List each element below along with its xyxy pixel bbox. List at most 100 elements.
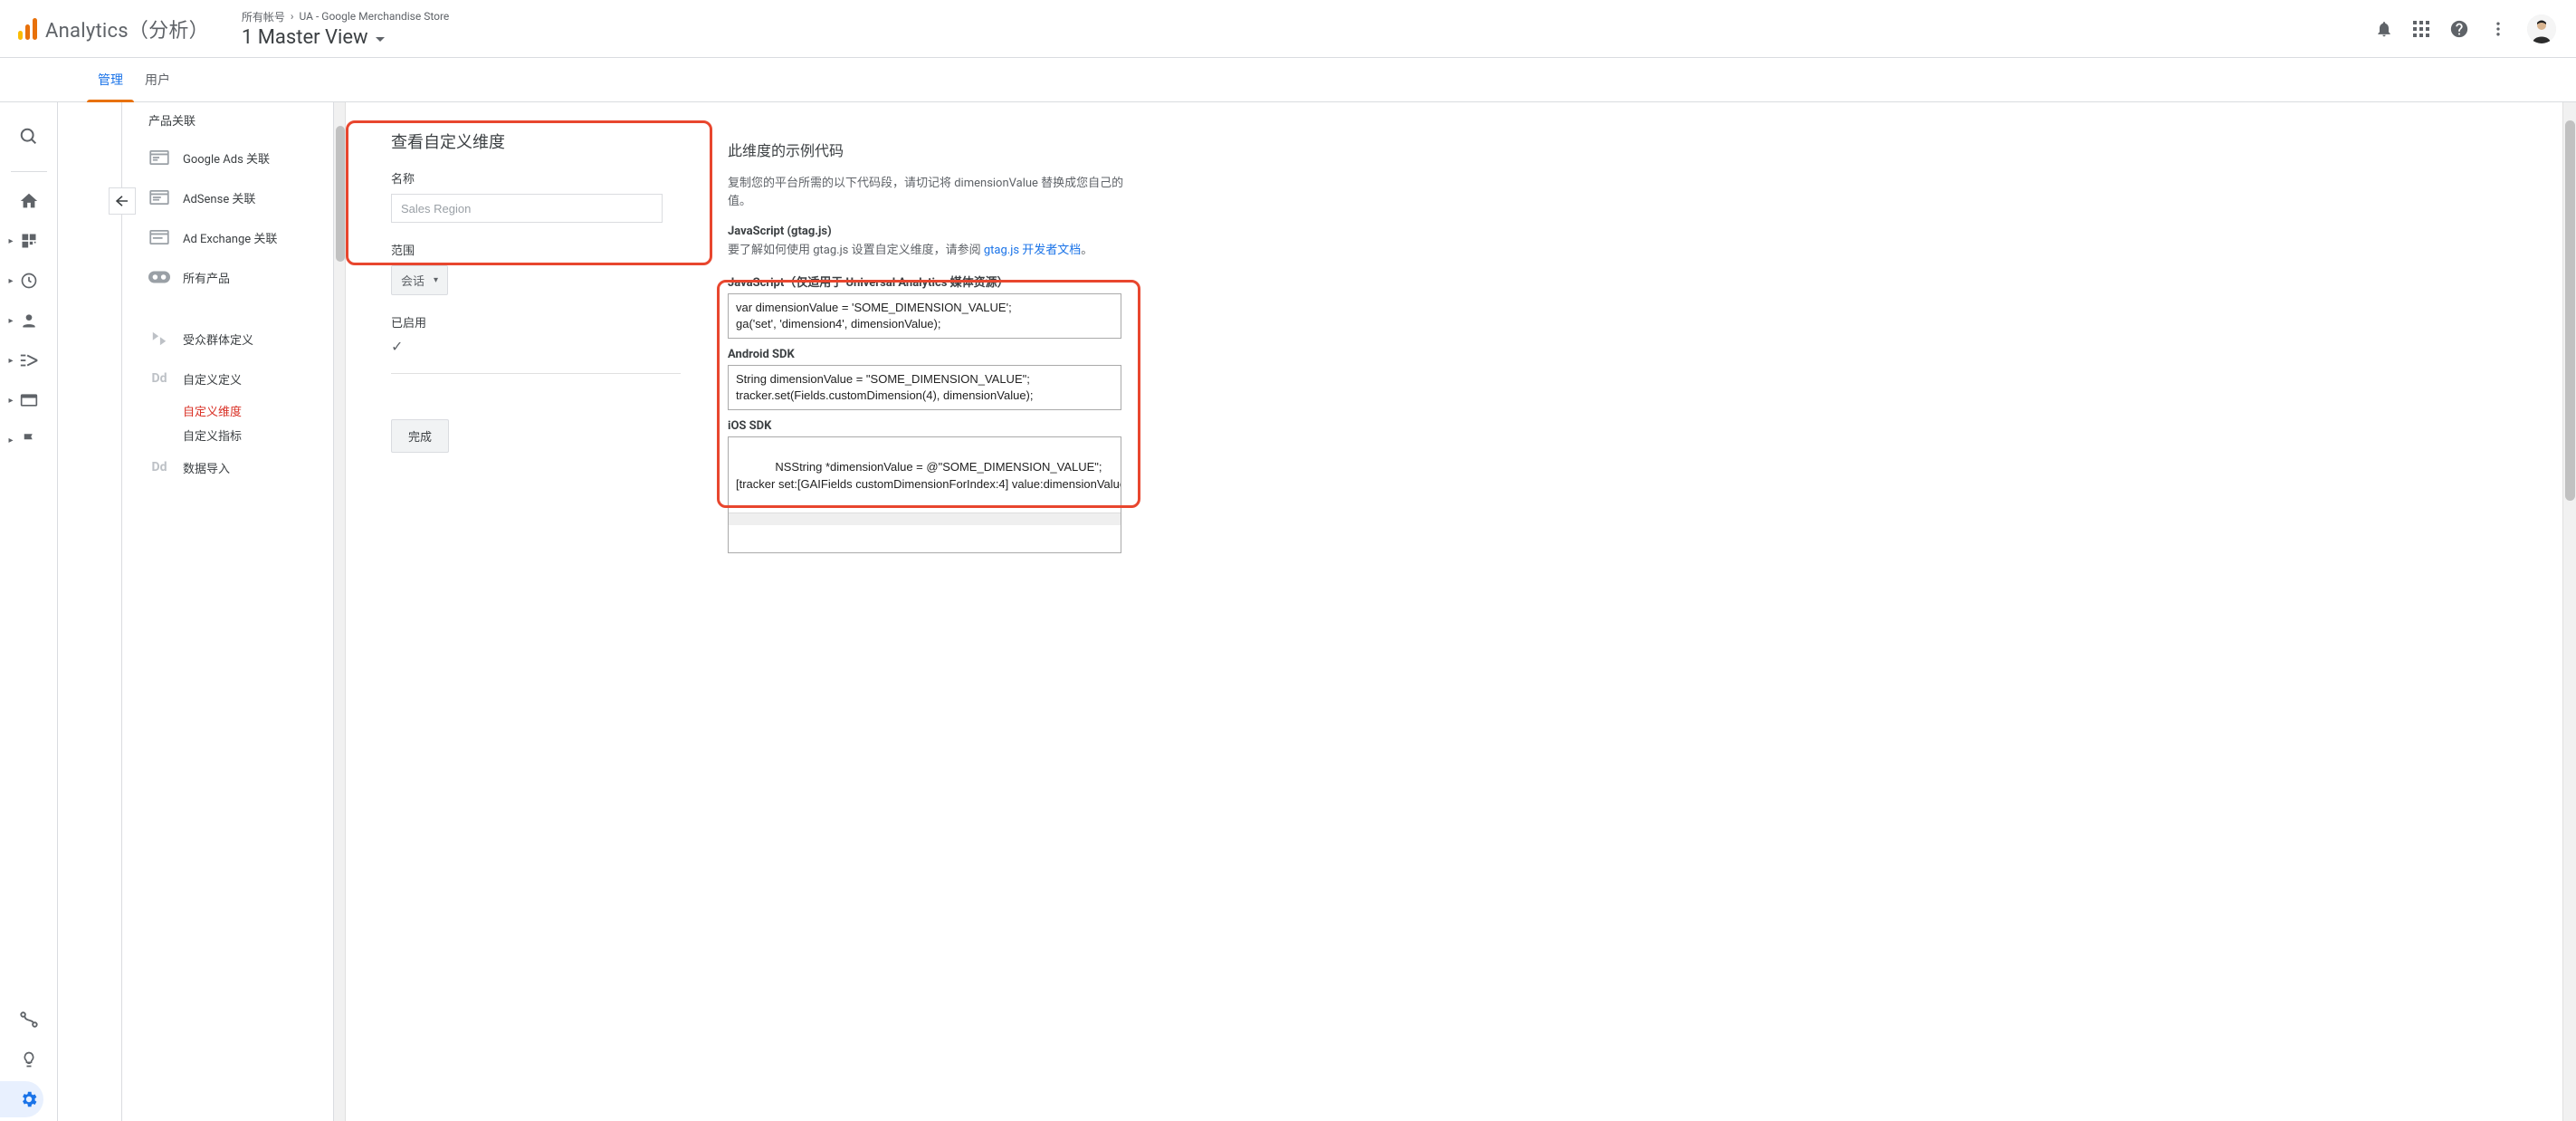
sidebar-item-data-import[interactable]: Dd 数据导入	[148, 447, 333, 487]
nav-attribution[interactable]	[0, 1001, 43, 1038]
apps-grid-icon[interactable]	[2413, 21, 2429, 37]
nav-acquisition[interactable]: ▸	[0, 342, 43, 378]
view-title-text: 1 Master View	[242, 26, 368, 49]
linking-icon	[148, 228, 170, 246]
breadcrumb-all-accounts: 所有帐号	[242, 9, 285, 24]
js-ua-heading: JavaScript（仅适用于 Universal Analytics 媒体资源…	[728, 273, 2558, 290]
nav-discover[interactable]	[0, 1041, 43, 1078]
gtag-heading: JavaScript (gtag.js)	[728, 225, 2558, 238]
arrow-left-icon	[114, 195, 130, 207]
content-area: 查看自定义维度 名称 范围 会话 ▾ 已启用 ✓	[346, 102, 2576, 1121]
linking-icon	[148, 149, 170, 167]
tab-admin[interactable]: 管理	[87, 58, 134, 101]
gtag-docs-link[interactable]: gtag.js 开发者文档	[984, 244, 1081, 257]
page-scrollbar-track[interactable]	[2562, 102, 2576, 1121]
header-actions	[2375, 14, 2562, 43]
enabled-field-label: 已启用	[391, 313, 681, 331]
help-icon[interactable]	[2449, 19, 2469, 39]
back-button[interactable]	[109, 187, 136, 215]
acquisition-icon	[19, 351, 39, 369]
chevron-right-icon: ▸	[9, 436, 14, 446]
examples-description: 复制您的平台所需的以下代码段，请切记将 dimensionValue 替换成您自…	[728, 175, 1126, 210]
chevron-right-icon: ›	[291, 10, 294, 23]
avatar[interactable]	[2527, 14, 2556, 43]
page-scrollbar-thumb[interactable]	[2565, 120, 2575, 501]
ios-code-box[interactable]: NSString *dimensionValue = @"SOME_DIMENS…	[728, 436, 1121, 553]
clock-icon	[20, 272, 38, 290]
logo-text: Analytics（分析）	[45, 14, 209, 43]
bell-icon[interactable]	[2375, 20, 2393, 38]
chevron-right-icon: ▸	[9, 276, 14, 286]
linking-icon	[148, 188, 170, 206]
app-header: Analytics（分析） 所有帐号 › UA - Google Merchan…	[0, 0, 2576, 58]
inner-scrollbar-thumb[interactable]	[336, 126, 345, 262]
sidebar-item-audience-def[interactable]: 受众群体定义	[148, 319, 333, 359]
tab-user[interactable]: 用户	[134, 58, 181, 101]
behavior-icon	[20, 393, 38, 407]
ios-heading: iOS SDK	[728, 419, 2558, 433]
form-title: 查看自定义维度	[391, 129, 681, 153]
logo[interactable]: Analytics（分析）	[18, 14, 209, 43]
link-icon	[148, 268, 170, 286]
sidebar-item-custom-def[interactable]: Dd 自定义定义	[148, 359, 333, 398]
android-heading: Android SDK	[728, 348, 2558, 361]
name-field-label: 名称	[391, 169, 681, 187]
person-icon	[20, 311, 38, 330]
chevron-right-icon: ▸	[9, 396, 14, 406]
nav-search[interactable]	[0, 119, 43, 155]
sidebar-sub-custom-metrics[interactable]: 自定义指标	[148, 423, 333, 447]
js-ua-code-box[interactable]: var dimensionValue = 'SOME_DIMENSION_VAL…	[728, 293, 1121, 339]
chevron-right-icon: ▸	[9, 356, 14, 366]
horizontal-scrollbar[interactable]	[729, 513, 1121, 525]
chevron-right-icon: ▸	[9, 236, 14, 246]
search-icon	[19, 127, 39, 147]
nav-rail: ▸ ▸ ▸ ▸ ▸ ▸	[0, 102, 58, 1121]
dashboard-icon	[20, 232, 38, 250]
sidebar-item-adexchange[interactable]: Ad Exchange 关联	[148, 217, 333, 257]
gtag-description: 要了解如何使用 gtag.js 设置自定义维度，请参阅 gtag.js 开发者文…	[728, 242, 1126, 260]
audience-icon	[148, 330, 170, 348]
sidebar-item-adsense[interactable]: AdSense 关联	[148, 177, 333, 217]
nav-audience[interactable]: ▸	[0, 302, 43, 339]
nav-customization[interactable]: ▸	[0, 223, 43, 259]
nav-behavior[interactable]: ▸	[0, 382, 43, 418]
main-scroll: 查看自定义维度 名称 范围 会话 ▾ 已启用 ✓	[333, 102, 2576, 1121]
chevron-down-icon: ▾	[434, 275, 438, 285]
home-icon	[19, 191, 39, 211]
sidebar-sub-custom-dimensions[interactable]: 自定义维度	[148, 398, 333, 423]
checkmark-icon: ✓	[391, 338, 681, 355]
scope-select[interactable]: 会话 ▾	[391, 265, 448, 295]
android-code-box[interactable]: String dimensionValue = "SOME_DIMENSION_…	[728, 365, 1121, 410]
layout: ▸ ▸ ▸ ▸ ▸ ▸	[0, 102, 2576, 1121]
sidebar-item-google-ads[interactable]: Google Ads 关联	[148, 138, 333, 177]
analytics-logo-icon	[18, 18, 38, 40]
flag-icon	[21, 432, 37, 448]
done-button[interactable]: 完成	[391, 419, 449, 453]
breadcrumb[interactable]: 所有帐号 › UA - Google Merchandise Store	[242, 9, 2375, 24]
nav-home[interactable]	[0, 183, 43, 219]
name-input[interactable]	[391, 194, 663, 223]
nav-conversions[interactable]: ▸	[0, 422, 43, 458]
breadcrumb-block: 所有帐号 › UA - Google Merchandise Store 1 M…	[242, 9, 2375, 49]
inner-scrollbar-track[interactable]	[333, 102, 346, 1121]
admin-sidebar: 产品关联 Google Ads 关联 AdSense 关联 Ad Exchang…	[58, 102, 333, 1121]
admin-tabs: 管理 用户	[0, 58, 2576, 102]
nav-admin[interactable]	[0, 1081, 43, 1117]
sidebar-section-title: 产品关联	[148, 108, 333, 138]
dd-icon: Dd	[148, 369, 170, 388]
dd-icon: Dd	[148, 458, 170, 476]
body-area: 产品关联 Google Ads 关联 AdSense 关联 Ad Exchang…	[58, 102, 2576, 1121]
gear-icon	[19, 1089, 39, 1109]
more-vert-icon[interactable]	[2489, 20, 2507, 38]
examples-heading: 此维度的示例代码	[728, 139, 2558, 160]
lightbulb-icon	[20, 1050, 38, 1068]
sidebar-item-all-products[interactable]: 所有产品	[148, 257, 333, 297]
scope-field-label: 范围	[391, 241, 681, 258]
breadcrumb-account: UA - Google Merchandise Store	[300, 10, 450, 23]
example-code-panel: 此维度的示例代码 复制您的平台所需的以下代码段，请切记将 dimensionVa…	[717, 102, 2576, 1121]
nav-realtime[interactable]: ▸	[0, 263, 43, 299]
chevron-right-icon: ▸	[9, 316, 14, 326]
view-selector[interactable]: 1 Master View	[242, 26, 2375, 49]
form-panel: 查看自定义维度 名称 范围 会话 ▾ 已启用 ✓	[346, 102, 717, 1121]
attribution-icon	[19, 1010, 39, 1030]
